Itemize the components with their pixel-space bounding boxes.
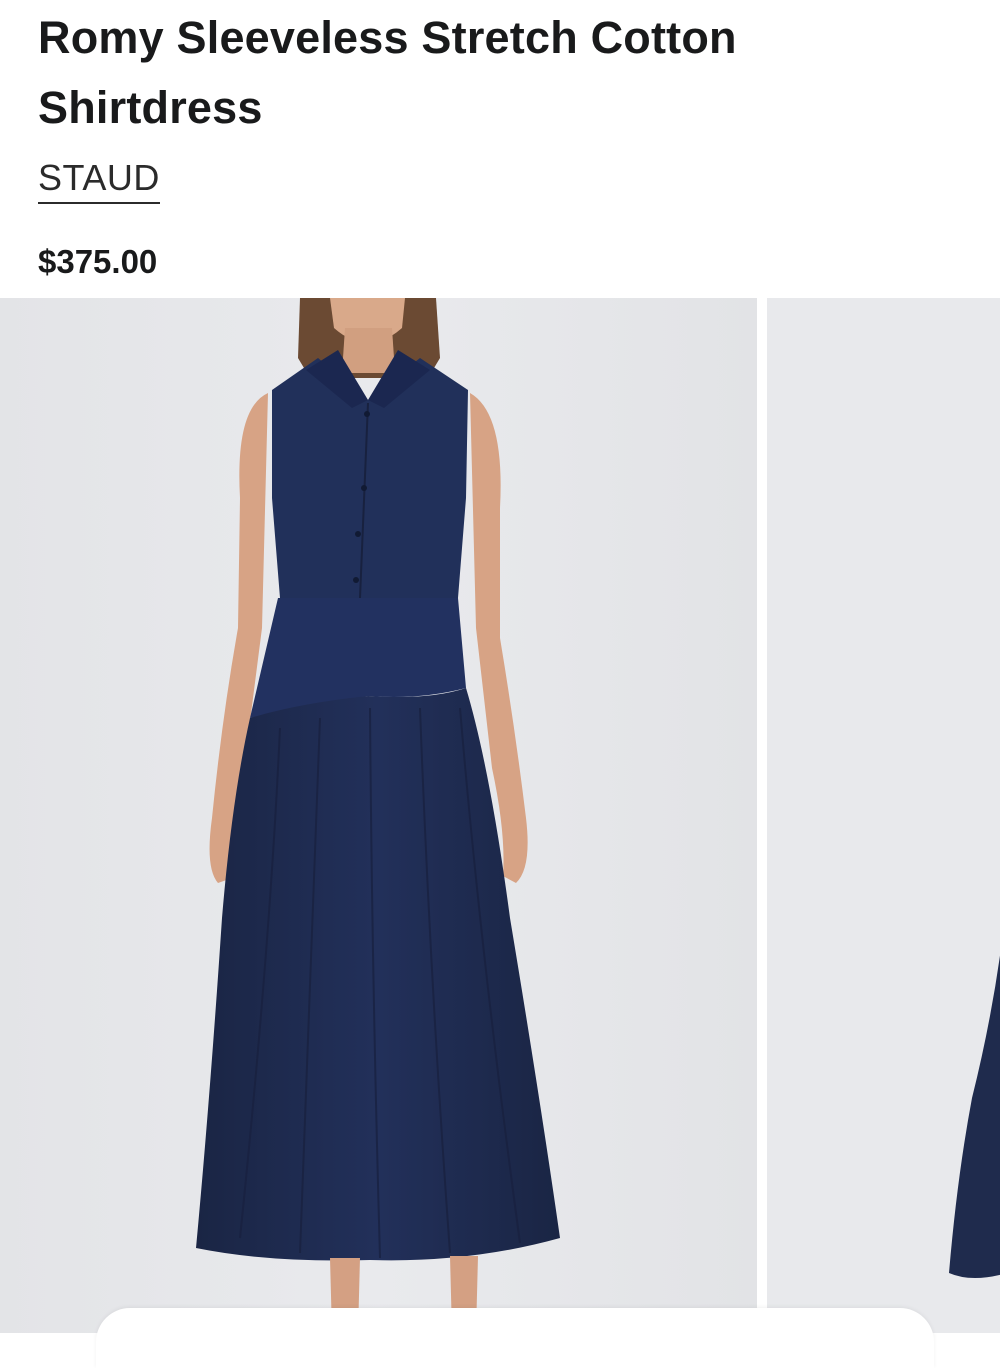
product-price: $375.00 [38,243,158,280]
product-title: Romy Sleeveless Stretch Cotton Shirtdres… [38,12,737,133]
product-header: Romy Sleeveless Stretch Cotton Shirtdres… [38,0,968,280]
brand-link[interactable]: STAUD [38,156,160,204]
dress-photo [0,298,757,1333]
dress-photo-partial [767,298,1000,1333]
product-image-main[interactable] [0,298,757,1333]
bottom-sheet[interactable] [96,1308,934,1368]
product-image-carousel[interactable] [0,298,1000,1333]
product-image-next[interactable] [767,298,1000,1333]
